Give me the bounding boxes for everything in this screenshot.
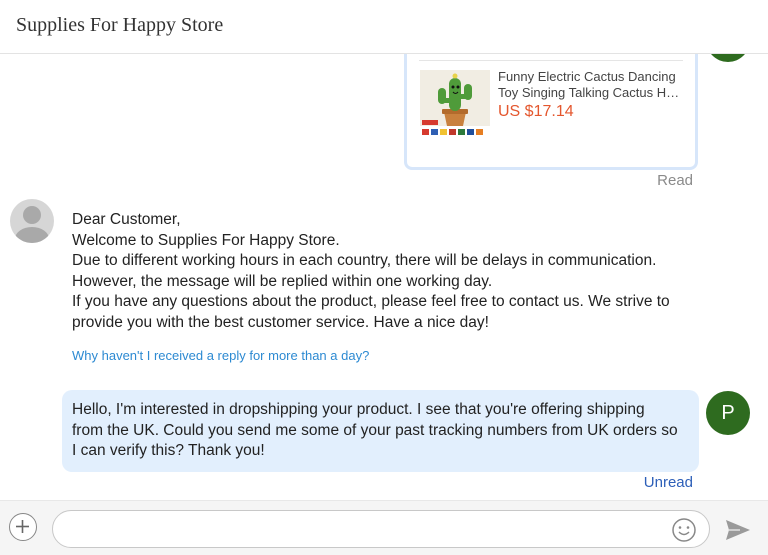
product-price: US $17.14 [498, 103, 574, 120]
outgoing-message-bubble: Hello, I'm interested in dropshipping yo… [62, 390, 699, 472]
store-avatar [10, 199, 54, 243]
message-list[interactable]: Funny Electric Cactus Dancing Toy Singin… [0, 54, 768, 500]
message-line: I can verify this? Thank you! [72, 442, 265, 460]
message-line: Due to different working hours in each c… [72, 252, 657, 270]
message-line: Welcome to Supplies For Happy Store. [72, 231, 340, 249]
emoji-icon [672, 518, 696, 542]
product-title-line-1: Funny Electric Cactus Dancing [498, 69, 676, 84]
plus-icon [16, 520, 29, 533]
read-status: Read [657, 172, 693, 189]
incoming-message: Dear Customer, Welcome to Supplies For H… [72, 210, 692, 334]
product-thumbnail[interactable] [420, 70, 490, 140]
card-divider [419, 60, 683, 61]
product-card[interactable]: Funny Electric Cactus Dancing Toy Singin… [404, 54, 698, 170]
user-avatar: P [706, 391, 750, 435]
unread-status: Unread [643, 474, 693, 491]
message-composer [0, 500, 768, 555]
message-line: Hello, I'm interested in dropshipping yo… [72, 401, 645, 418]
message-line: Dear Customer, [72, 211, 181, 228]
message-line: from the UK. Could you send me some of y… [72, 421, 678, 439]
message-input[interactable] [52, 510, 710, 548]
product-title[interactable]: Funny Electric Cactus Dancing Toy Singin… [498, 69, 684, 101]
message-line: However, the message will be replied wit… [72, 272, 493, 290]
message-line: If you have any questions about the prod… [72, 293, 670, 311]
chat-header: Supplies For Happy Store [0, 0, 768, 54]
user-avatar [706, 54, 750, 62]
store-title: Supplies For Happy Store [16, 14, 224, 36]
avatar-head-shape [23, 206, 41, 224]
product-title-line-2: Toy Singing Talking Cactus H… [498, 85, 680, 100]
avatar-body-shape [15, 227, 49, 243]
send-icon [726, 520, 750, 540]
attach-button[interactable] [9, 513, 37, 541]
send-button[interactable] [724, 517, 752, 543]
cactus-toy-image [420, 70, 490, 140]
faq-link[interactable]: Why haven't I received a reply for more … [72, 348, 369, 363]
emoji-button[interactable] [671, 517, 697, 543]
message-line: provide you with the best customer servi… [72, 313, 489, 331]
